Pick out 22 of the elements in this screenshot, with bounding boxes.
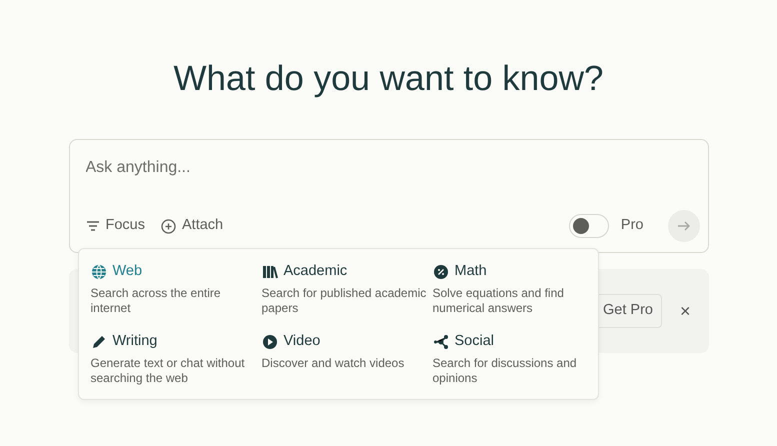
pro-label: Pro [620,216,644,236]
focus-option[interactable]: Writing Generate text or chat without searching the web [90,330,262,387]
percent-badge-icon [432,264,448,280]
focus-option[interactable]: Web Search across the entire internet [90,261,262,317]
focus-option[interactable]: Social Search for discussions and opinions [432,330,604,387]
page-heading: What do you want to know? [172,58,604,100]
plus-circle-icon [161,218,176,234]
pro-toggle[interactable] [568,214,609,238]
filter-icon [86,220,100,232]
search-box[interactable]: Ask anything... Focus Attach Pro [68,139,708,253]
play-icon [262,334,278,350]
focus-option[interactable]: Video Discover and watch videos [262,330,432,387]
attach-button[interactable]: Attach [161,215,224,237]
search-field[interactable]: Ask anything... [86,156,700,180]
network-icon [432,334,448,350]
focus-button[interactable]: Focus [86,215,145,237]
arrow-icon [676,220,690,232]
globe-icon [90,264,106,280]
close-button[interactable]: × [676,298,694,324]
books-icon [262,264,278,280]
focus-option[interactable]: Academic Search for published academic papers [262,261,432,317]
pencil-icon [90,334,106,350]
